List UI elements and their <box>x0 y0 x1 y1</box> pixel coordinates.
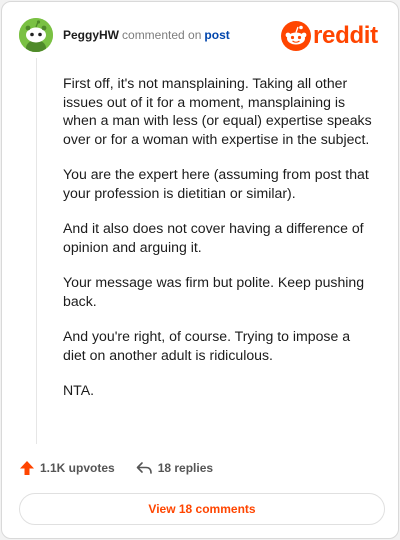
upvote-arrow-icon <box>20 461 34 475</box>
comment-paragraph: You are the expert here (assuming from p… <box>63 166 369 201</box>
comment-paragraph: First off, it's not mansplaining. Taking… <box>63 75 372 147</box>
comment-paragraph: Your message was firm but polite. Keep p… <box>63 274 365 309</box>
comment-card: PeggyHW commented on post reddit First off… <box>1 1 399 539</box>
avatar[interactable] <box>19 18 53 52</box>
upvote-count: 1.1K upvotes <box>40 461 115 475</box>
post-link[interactable]: post <box>204 28 229 42</box>
reddit-logo: reddit <box>281 21 378 51</box>
comment-paragraph: And it also does not cover having a diff… <box>63 220 364 255</box>
replies-button[interactable]: 18 replies <box>136 461 213 475</box>
username[interactable]: PeggyHW <box>63 28 119 42</box>
comment-paragraph: NTA. <box>63 382 95 398</box>
upvote-button[interactable]: 1.1K upvotes <box>19 460 115 476</box>
snoo-avatar-icon <box>19 18 53 52</box>
reddit-alien-icon <box>281 21 311 51</box>
comment-meta: commented on <box>122 28 202 42</box>
reply-icon <box>136 462 152 474</box>
thread-line <box>36 58 37 444</box>
comment-header: PeggyHW commented on post <box>63 28 230 42</box>
comment-paragraph: And you're right, of course. Trying to i… <box>63 328 351 363</box>
comment-body: First off, it's not mansplaining. Taking… <box>63 74 373 417</box>
reply-count: 18 replies <box>157 461 214 475</box>
reddit-wordmark: reddit <box>313 22 378 49</box>
view-comments-button[interactable]: View 18 comments <box>19 493 385 525</box>
comment-actions: 1.1K upvotes 18 replies <box>19 460 213 476</box>
